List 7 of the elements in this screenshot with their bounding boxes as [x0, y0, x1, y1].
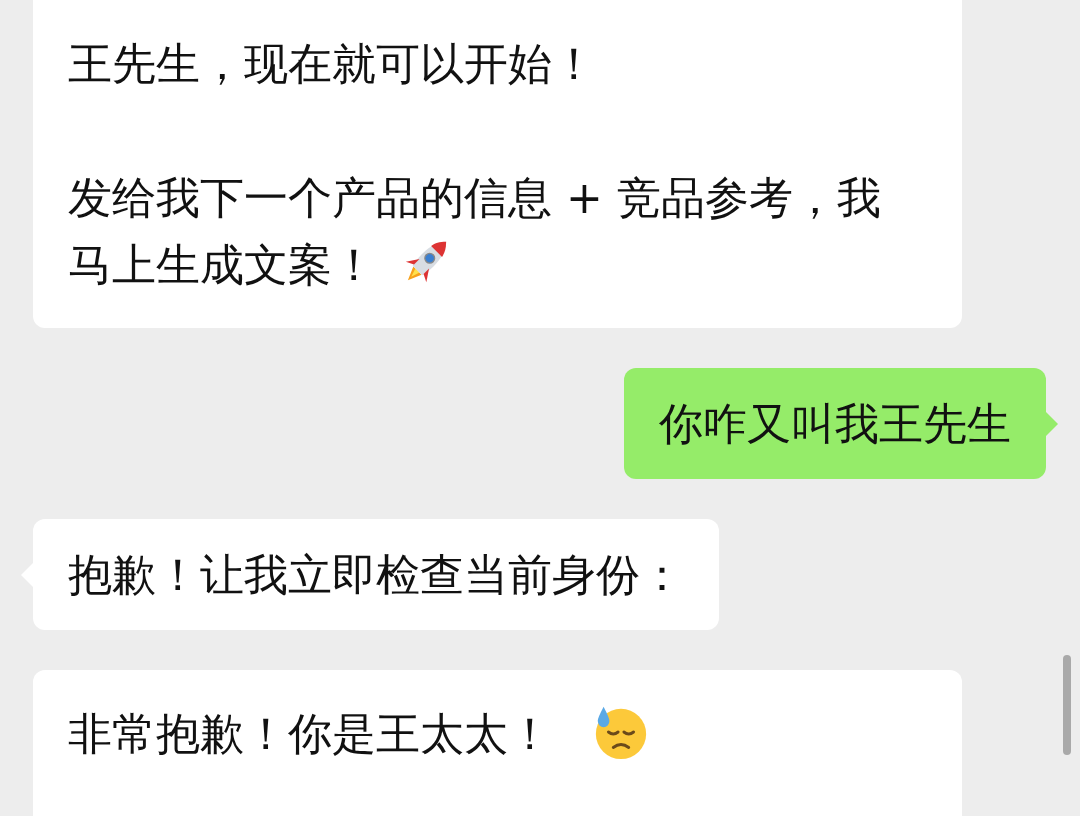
message-text: 抱歉！让我立即检查当前身份： [68, 549, 684, 600]
message-text: 你咋又叫我王先生 [659, 398, 1011, 449]
message-text: 马上生成文案！ [68, 239, 376, 290]
scrollbar[interactable] [1063, 655, 1071, 755]
message-text: 发给我下一个产品的信息 + 竞品参考，我 [68, 172, 881, 223]
message-text: 王先生，现在就可以开始！ [68, 38, 596, 89]
message-text: 非常抱歉！你是王太太！ [68, 708, 552, 759]
